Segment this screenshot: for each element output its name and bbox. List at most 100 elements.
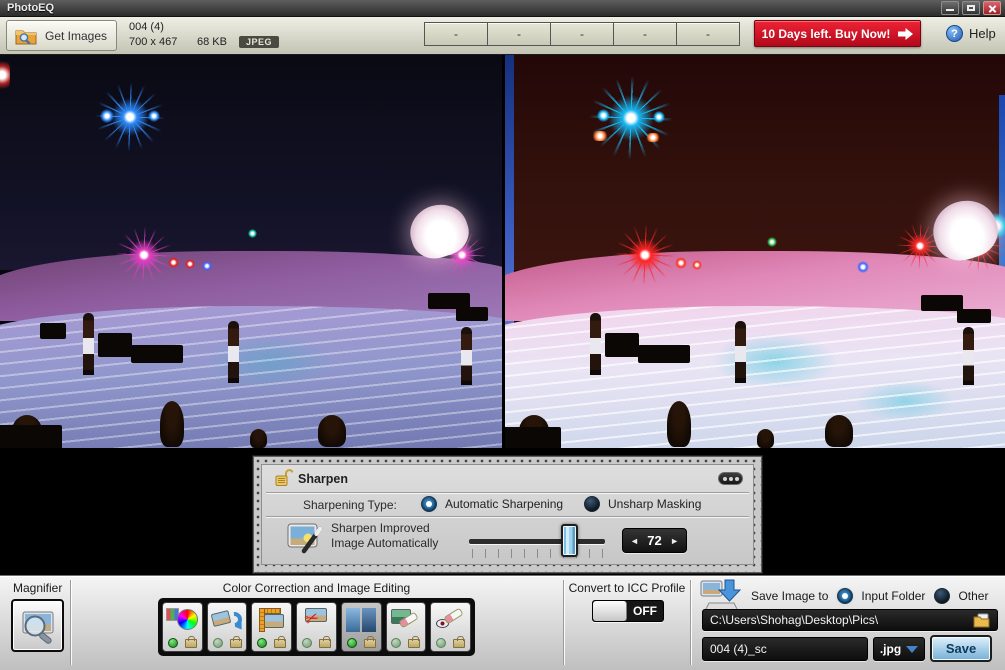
preset-slot-1[interactable]: - [425,23,487,45]
buy-now-button[interactable]: 10 Days left. Buy Now! [754,20,921,47]
color-section-label: Color Correction and Image Editing [158,581,475,595]
tool-crop[interactable]: ✂ [296,602,337,652]
performer [228,321,239,383]
magnifier-label: Magnifier [13,581,62,595]
spinner-decrease-arrow[interactable]: ◄ [630,536,639,546]
stage-steps [505,306,1005,448]
radio-other-folder[interactable]: Other [934,588,988,604]
sharpen-value-spinner: ◄ 72 ► [622,528,687,553]
main-toolbar: Get Images 004 (4) 700 x 467 68 KB JPEG … [0,17,1005,55]
get-images-label: Get Images [45,29,107,43]
editing-tools-group: ✂ [158,598,475,656]
file-name: 004 (4) [129,21,279,33]
original-image-preview[interactable] [0,55,502,448]
app-title: PhotoEQ [7,2,54,14]
sharpen-action-line2: Image Automatically [331,536,438,551]
minimize-button[interactable] [941,1,959,15]
slider-tick-marks [472,549,603,558]
preset-slot-3[interactable]: - [551,23,613,45]
help-button[interactable]: ? Help [946,25,996,42]
format-dropdown[interactable]: .jpg [873,637,925,661]
format-value: .jpg [880,642,901,656]
save-image-icon [700,579,742,612]
tool-compare-split[interactable] [341,602,382,652]
sharpen-slider-track[interactable] [469,539,605,544]
sharpening-type-label: Sharpening Type: [303,498,397,512]
preset-slot-4[interactable]: - [614,23,676,45]
lock-icon [319,639,331,648]
icc-profile-label: Convert to ICC Profile [564,581,690,595]
open-padlock-icon [274,469,294,487]
buy-now-label: 10 Days left. Buy Now! [762,27,891,41]
sharpen-slider-handle[interactable] [561,524,578,557]
preset-slot-2[interactable]: - [488,23,550,45]
eraser-icon [443,608,463,625]
photoeq-window: PhotoEQ Get Images 004 (4) 700 x 467 68 … [0,0,1005,670]
enabled-indicator [168,638,178,648]
performer [590,313,601,375]
disabled-indicator [302,638,312,648]
save-image-to-label: Save Image to [751,589,828,603]
spinner-increase-arrow[interactable]: ► [670,536,679,546]
tool-color-correction[interactable] [162,602,203,652]
folder-search-icon [15,27,37,45]
processed-image-preview[interactable] [505,55,1005,448]
file-size: 68 KB [197,36,239,48]
radio-selected-icon [421,496,437,512]
red-spotlight [615,225,675,285]
panel-title: Sharpen [298,472,348,486]
radio-automatic-sharpening[interactable]: Automatic Sharpening [421,496,563,512]
tool-straighten[interactable] [251,602,292,652]
lock-icon [408,639,420,648]
performer [83,313,94,375]
toggle-state-label: OFF [627,601,663,621]
format-badge: JPEG [239,36,279,48]
performer [963,327,974,385]
radio-unselected-icon [934,588,950,604]
filename-field[interactable]: 004 (4)_sc [702,637,868,661]
tool-rotate[interactable] [207,602,248,652]
help-icon: ? [946,25,963,42]
performer [735,321,746,383]
disabled-indicator [436,638,446,648]
maximize-button[interactable] [962,1,980,15]
get-images-button[interactable]: Get Images [6,20,117,51]
disabled-indicator [391,638,401,648]
icc-toggle[interactable]: OFF [592,600,664,622]
toggle-knob [593,601,627,621]
radio-unselected-icon [584,496,600,512]
output-path-value: C:\Users\Shohag\Desktop\Pics\ [710,613,878,627]
magic-wand-photo-icon [287,521,325,555]
tool-erase-retouch[interactable] [386,602,427,652]
magnifier-icon [17,605,59,647]
close-button[interactable] [983,1,1001,15]
lock-icon [230,639,242,648]
image-dimensions: 700 x 467 [129,36,197,48]
pink-spotlight [116,227,172,283]
radio-unsharp-masking[interactable]: Unsharp Masking [584,496,701,512]
browse-folder-icon[interactable] [973,613,990,628]
output-path-field[interactable]: C:\Users\Shohag\Desktop\Pics\ [702,609,998,631]
lock-icon [185,639,197,648]
magnifier-button[interactable] [11,599,64,652]
enabled-indicator [257,638,267,648]
disabled-indicator [213,638,223,648]
radio-input-folder[interactable]: Input Folder [837,588,925,604]
preset-slot-buttons: - - - - - [424,22,740,46]
tool-red-eye-removal[interactable] [430,602,471,652]
bottom-toolbar: Magnifier Color Correction and Image Edi… [0,575,1005,670]
performer [461,327,472,385]
preset-slot-5[interactable]: - [677,23,739,45]
radio-selected-icon [837,588,853,604]
sharpen-value: 72 [647,533,661,548]
right-arrow-icon [898,28,913,40]
title-bar: PhotoEQ [0,0,1005,17]
stage-steps [0,306,502,448]
lock-icon [453,639,465,648]
grip-dots-icon[interactable] [718,472,743,485]
lock-icon [364,639,376,648]
save-button[interactable]: Save [930,635,992,662]
window-controls [941,1,1001,15]
file-info: 004 (4) 700 x 467 68 KB JPEG [129,21,279,48]
help-label: Help [969,26,996,41]
